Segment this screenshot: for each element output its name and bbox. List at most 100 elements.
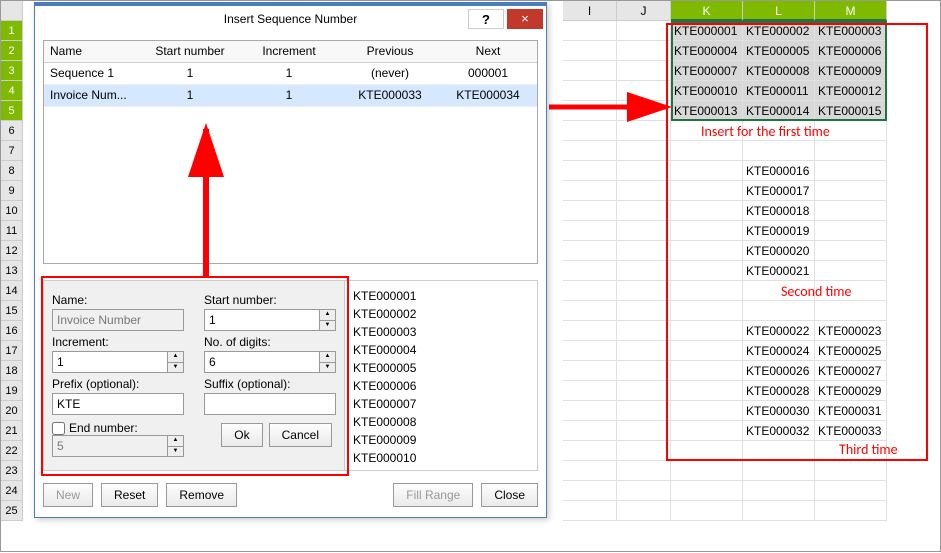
cell-I18[interactable] bbox=[563, 361, 617, 381]
row-header-3[interactable]: 3 bbox=[1, 61, 23, 81]
row-header-10[interactable]: 10 bbox=[1, 201, 23, 221]
table-row[interactable]: Sequence 111(never)000001 bbox=[44, 63, 537, 85]
cell-J11[interactable] bbox=[617, 221, 671, 241]
cell-J15[interactable] bbox=[617, 301, 671, 321]
cell-L23[interactable] bbox=[743, 461, 815, 481]
row-header-7[interactable]: 7 bbox=[1, 141, 23, 161]
cell-J21[interactable] bbox=[617, 421, 671, 441]
cell-I12[interactable] bbox=[563, 241, 617, 261]
col-start[interactable]: Start number bbox=[139, 41, 241, 62]
cell-I14[interactable] bbox=[563, 281, 617, 301]
reset-button[interactable]: Reset bbox=[101, 483, 158, 507]
col-next[interactable]: Next bbox=[443, 41, 533, 62]
cell-M24[interactable] bbox=[815, 481, 887, 501]
cell-I3[interactable] bbox=[563, 61, 617, 81]
row-header-20[interactable]: 20 bbox=[1, 401, 23, 421]
select-all-corner[interactable] bbox=[1, 1, 23, 21]
cell-J20[interactable] bbox=[617, 401, 671, 421]
cell-J8[interactable] bbox=[617, 161, 671, 181]
row-header-2[interactable]: 2 bbox=[1, 41, 23, 61]
row-header-9[interactable]: 9 bbox=[1, 181, 23, 201]
row-header-5[interactable]: 5 bbox=[1, 101, 23, 121]
row-header-6[interactable]: 6 bbox=[1, 121, 23, 141]
col-prev[interactable]: Previous bbox=[337, 41, 443, 62]
cell-J14[interactable] bbox=[617, 281, 671, 301]
cell-I13[interactable] bbox=[563, 261, 617, 281]
cell-J24[interactable] bbox=[617, 481, 671, 501]
close-button[interactable]: × bbox=[507, 9, 543, 29]
row-header-11[interactable]: 11 bbox=[1, 221, 23, 241]
cell-J12[interactable] bbox=[617, 241, 671, 261]
row-header-16[interactable]: 16 bbox=[1, 321, 23, 341]
cell-I8[interactable] bbox=[563, 161, 617, 181]
cell-I23[interactable] bbox=[563, 461, 617, 481]
cell-I11[interactable] bbox=[563, 221, 617, 241]
col-inc[interactable]: Increment bbox=[241, 41, 337, 62]
cell-I21[interactable] bbox=[563, 421, 617, 441]
row-header-21[interactable]: 21 bbox=[1, 421, 23, 441]
cell-I19[interactable] bbox=[563, 381, 617, 401]
col-name[interactable]: Name bbox=[44, 41, 139, 62]
cell-I7[interactable] bbox=[563, 141, 617, 161]
cell-I10[interactable] bbox=[563, 201, 617, 221]
cell-I15[interactable] bbox=[563, 301, 617, 321]
cell-J2[interactable] bbox=[617, 41, 671, 61]
row-header-23[interactable]: 23 bbox=[1, 461, 23, 481]
row-header-25[interactable]: 25 bbox=[1, 501, 23, 521]
close-dialog-button[interactable]: Close bbox=[481, 483, 538, 507]
row-header-17[interactable]: 17 bbox=[1, 341, 23, 361]
table-row[interactable]: Invoice Num...11KTE000033KTE000034 bbox=[44, 85, 537, 107]
col-header-K[interactable]: K bbox=[671, 1, 743, 21]
fill-range-button[interactable]: Fill Range bbox=[393, 483, 473, 507]
cell-J6[interactable] bbox=[617, 121, 671, 141]
cell-K24[interactable] bbox=[671, 481, 743, 501]
cell-I2[interactable] bbox=[563, 41, 617, 61]
cell-J9[interactable] bbox=[617, 181, 671, 201]
cell-I9[interactable] bbox=[563, 181, 617, 201]
col-header-M[interactable]: M bbox=[815, 1, 887, 21]
cell-I25[interactable] bbox=[563, 501, 617, 521]
cell-J13[interactable] bbox=[617, 261, 671, 281]
cell-M23[interactable] bbox=[815, 461, 887, 481]
cell-I17[interactable] bbox=[563, 341, 617, 361]
cell-J16[interactable] bbox=[617, 321, 671, 341]
row-header-1[interactable]: 1 bbox=[1, 21, 23, 41]
cell-J1[interactable] bbox=[617, 21, 671, 41]
cell-K23[interactable] bbox=[671, 461, 743, 481]
cell-J25[interactable] bbox=[617, 501, 671, 521]
col-header-J[interactable]: J bbox=[617, 1, 671, 21]
cell-I22[interactable] bbox=[563, 441, 617, 461]
row-header-24[interactable]: 24 bbox=[1, 481, 23, 501]
remove-button[interactable]: Remove bbox=[166, 483, 237, 507]
cell-I24[interactable] bbox=[563, 481, 617, 501]
cell-J10[interactable] bbox=[617, 201, 671, 221]
cell-I20[interactable] bbox=[563, 401, 617, 421]
cell-M25[interactable] bbox=[815, 501, 887, 521]
row-header-18[interactable]: 18 bbox=[1, 361, 23, 381]
help-button[interactable]: ? bbox=[468, 9, 504, 29]
row-header-19[interactable]: 19 bbox=[1, 381, 23, 401]
cell-J7[interactable] bbox=[617, 141, 671, 161]
cell-L25[interactable] bbox=[743, 501, 815, 521]
row-header-14[interactable]: 14 bbox=[1, 281, 23, 301]
col-header-I[interactable]: I bbox=[563, 1, 617, 21]
row-header-12[interactable]: 12 bbox=[1, 241, 23, 261]
cell-J19[interactable] bbox=[617, 381, 671, 401]
cell-I6[interactable] bbox=[563, 121, 617, 141]
col-header-L[interactable]: L bbox=[743, 1, 815, 21]
new-button[interactable]: New bbox=[43, 483, 93, 507]
row-header-4[interactable]: 4 bbox=[1, 81, 23, 101]
cell-J23[interactable] bbox=[617, 461, 671, 481]
row-header-8[interactable]: 8 bbox=[1, 161, 23, 181]
cell-J17[interactable] bbox=[617, 341, 671, 361]
cell-I1[interactable] bbox=[563, 21, 617, 41]
dialog-titlebar[interactable]: Insert Sequence Number ? × bbox=[35, 6, 546, 32]
row-header-13[interactable]: 13 bbox=[1, 261, 23, 281]
row-header-22[interactable]: 22 bbox=[1, 441, 23, 461]
row-header-15[interactable]: 15 bbox=[1, 301, 23, 321]
cell-J18[interactable] bbox=[617, 361, 671, 381]
cell-K25[interactable] bbox=[671, 501, 743, 521]
cell-L24[interactable] bbox=[743, 481, 815, 501]
cell-I16[interactable] bbox=[563, 321, 617, 341]
cell-J3[interactable] bbox=[617, 61, 671, 81]
